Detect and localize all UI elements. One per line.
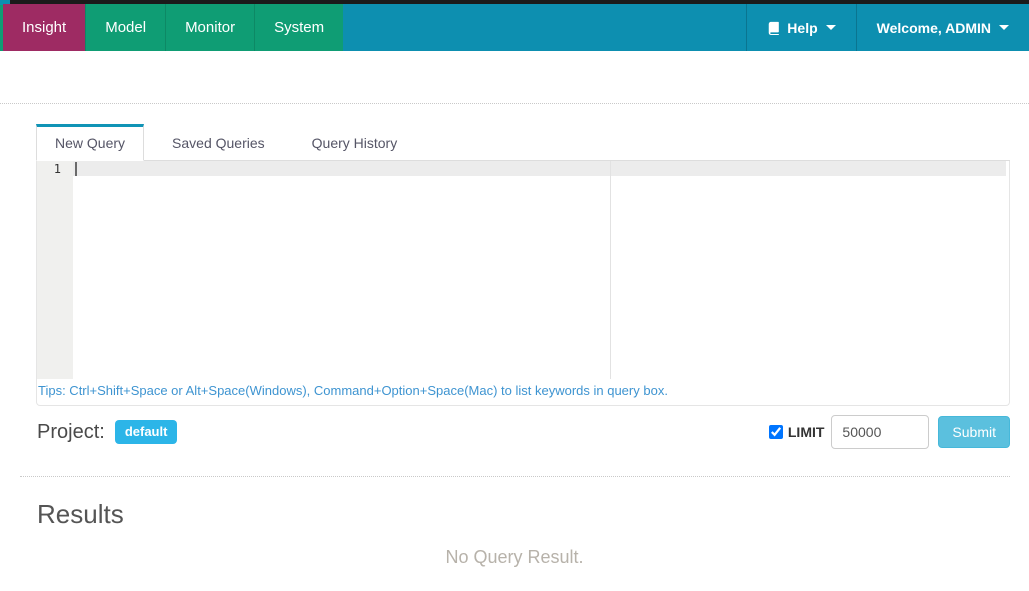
caret-down-icon [999,25,1009,30]
editor-gutter: 1 [37,161,73,379]
section-divider [0,103,1029,104]
nav-item-insight[interactable]: Insight [3,4,85,51]
limit-group: LIMIT Submit [769,415,1010,449]
editor-tips: Tips: Ctrl+Shift+Space or Alt+Space(Wind… [37,379,1009,405]
tab-new-query[interactable]: New Query [36,124,144,161]
project-label: Project: [37,421,105,444]
project-group: Project: default [37,420,177,444]
results-divider [20,476,1010,477]
top-navbar: Insight Model Monitor System Help Welcom… [0,0,1029,51]
sql-editor[interactable]: 1 [37,161,1009,379]
nav-item-model[interactable]: Model [85,4,165,51]
tab-saved-queries[interactable]: Saved Queries [153,124,284,161]
no-result-message: No Query Result. [0,547,1029,568]
user-menu[interactable]: Welcome, ADMIN [856,4,1029,51]
query-controls-row: Project: default LIMIT Submit [37,415,1010,449]
welcome-label: Welcome, ADMIN [877,20,991,36]
limit-input[interactable] [831,415,929,449]
editor-cursor [75,162,77,176]
navbar-right: Help Welcome, ADMIN [746,4,1029,51]
nav-item-monitor[interactable]: Monitor [165,4,254,51]
editor-active-line [37,161,1006,176]
window-top-edge [10,0,1029,4]
help-menu[interactable]: Help [746,4,855,51]
main-nav: Insight Model Monitor System [0,4,343,51]
limit-label: LIMIT [788,424,825,440]
nav-item-system[interactable]: System [254,4,343,51]
editor-print-margin [610,161,611,379]
results-heading: Results [37,499,1029,530]
project-badge[interactable]: default [115,420,178,444]
tab-query-history[interactable]: Query History [293,124,417,161]
submit-button[interactable]: Submit [938,416,1010,448]
line-number: 1 [37,161,73,176]
caret-down-icon [826,25,836,30]
help-label: Help [787,20,817,36]
book-icon [767,21,781,35]
query-panel: 1 Tips: Ctrl+Shift+Space or Alt+Space(Wi… [36,161,1010,406]
insight-page: New Query Saved Queries Query History 1 … [0,124,1029,568]
query-tabs: New Query Saved Queries Query History [36,124,1010,161]
limit-checkbox[interactable] [769,425,783,439]
